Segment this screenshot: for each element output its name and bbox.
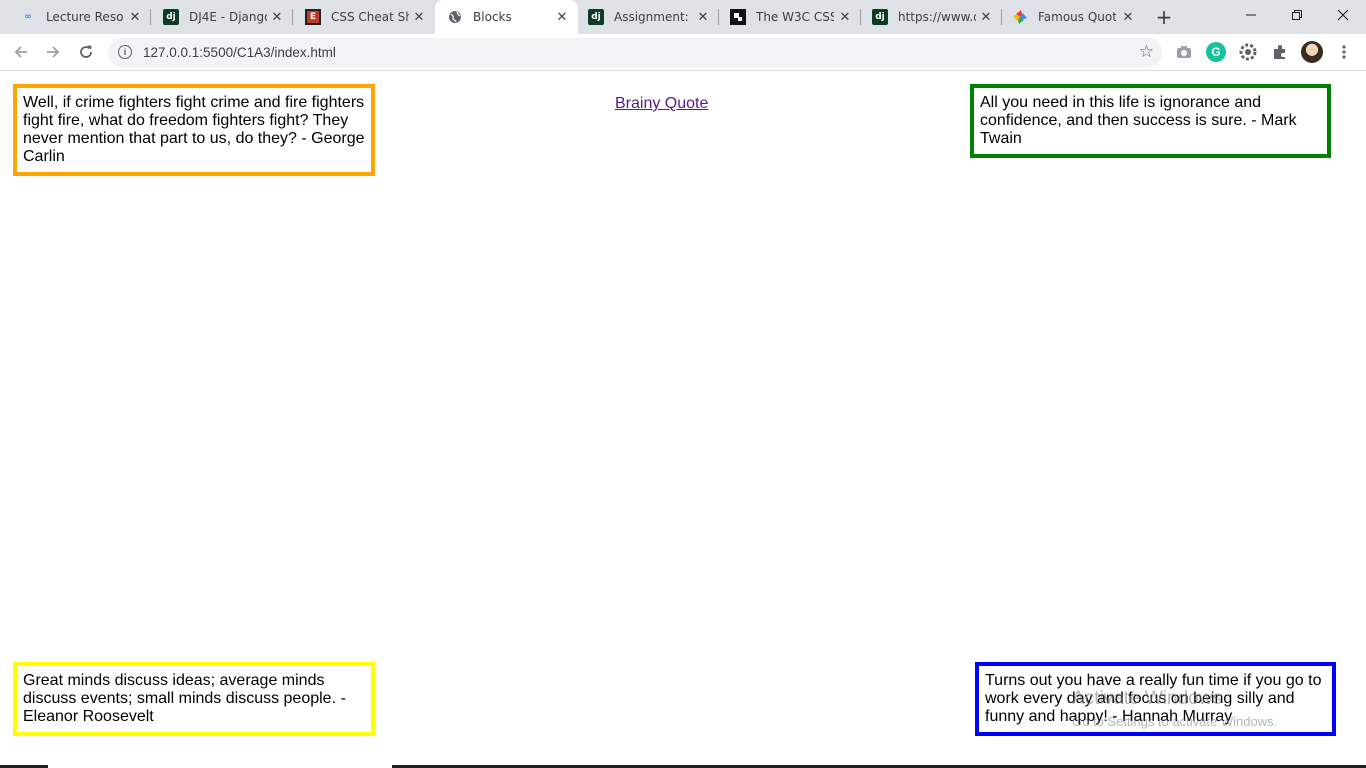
close-icon[interactable]: ✕ <box>411 9 427 25</box>
reload-button[interactable] <box>74 40 98 64</box>
close-icon[interactable]: ✕ <box>978 9 994 25</box>
close-icon[interactable]: ✕ <box>837 9 853 25</box>
forward-arrow-icon <box>47 46 60 58</box>
tab-title: Lecture Resour <box>46 10 124 24</box>
back-button[interactable] <box>9 40 33 64</box>
minimize-icon <box>1246 14 1256 16</box>
bookmark-star-icon[interactable]: ☆ <box>1139 42 1154 62</box>
close-window-button[interactable] <box>1320 0 1366 30</box>
browser-toolbar: i 127.0.0.1:5500/C1A3/index.html ☆ G <box>0 34 1366 71</box>
quote-box-bottom-left: Great minds discuss ideas; average minds… <box>13 662 375 736</box>
tab-title: Assignment: C <box>614 10 692 24</box>
tab-css-cheat-sheet[interactable]: E CSS Cheat She ✕ <box>293 0 435 34</box>
dj-icon: dj <box>872 9 888 25</box>
tab-dj4e-django[interactable]: dj DJ4E - Django ✕ <box>151 0 293 34</box>
close-icon[interactable]: ✕ <box>127 9 143 25</box>
tab-title: The W3C CSS \ <box>756 10 834 24</box>
dj-icon: dj <box>163 9 179 25</box>
close-window-icon <box>1337 9 1349 21</box>
tab-title: https://www.dj <box>898 10 976 24</box>
w3c-icon <box>730 9 746 25</box>
tab-assignment[interactable]: dj Assignment: C ✕ <box>578 0 719 34</box>
tab-title: CSS Cheat She <box>331 10 409 24</box>
tab-djangoproject[interactable]: dj https://www.dj ✕ <box>861 0 1002 34</box>
close-icon[interactable]: ✕ <box>269 9 285 25</box>
tab-title: Blocks <box>473 10 512 24</box>
extension-gear-icon[interactable] <box>1238 42 1258 62</box>
tab-title: DJ4E - Django <box>189 10 267 24</box>
back-arrow-icon <box>14 46 27 58</box>
css-icon: E <box>305 9 321 25</box>
quote-box-bottom-right: Turns out you have a really fun time if … <box>975 662 1336 736</box>
info-icon[interactable]: i <box>118 45 132 59</box>
tab-lecture-resources[interactable]: ∞ Lecture Resour ✕ <box>8 0 151 34</box>
address-bar[interactable]: i 127.0.0.1:5500/C1A3/index.html ☆ <box>108 38 1162 67</box>
dj-icon: dj <box>588 9 604 25</box>
reload-icon <box>80 45 92 58</box>
infinity-icon: ∞ <box>24 12 32 22</box>
minimize-button[interactable] <box>1228 0 1274 30</box>
globe-icon <box>447 9 463 25</box>
grammarly-icon[interactable]: G <box>1206 42 1226 62</box>
close-icon[interactable]: ✕ <box>695 9 711 25</box>
forward-button[interactable] <box>41 40 65 64</box>
restore-icon <box>1292 10 1302 20</box>
new-tab-button[interactable]: + <box>1154 7 1174 27</box>
tab-strip: ∞ Lecture Resour ✕ dj DJ4E - Django ✕ E … <box>0 0 1366 34</box>
extensions-puzzle-icon[interactable] <box>1270 42 1290 62</box>
tab-w3c-css[interactable]: The W3C CSS \ ✕ <box>719 0 861 34</box>
tab-famous-quotes[interactable]: Famous Quote ✕ <box>1002 0 1144 34</box>
restore-button[interactable] <box>1274 0 1320 30</box>
close-icon[interactable]: ✕ <box>1120 9 1136 25</box>
tab-blocks[interactable]: Blocks ✕ <box>435 0 578 34</box>
photos-icon <box>1012 9 1028 25</box>
menu-kebab-icon[interactable] <box>1334 42 1354 62</box>
profile-avatar[interactable] <box>1301 41 1323 63</box>
close-icon[interactable]: ✕ <box>554 9 570 25</box>
tab-title: Famous Quote <box>1038 10 1116 24</box>
camera-icon[interactable] <box>1174 42 1194 62</box>
brainy-quote-link[interactable]: Brainy Quote <box>615 95 708 113</box>
quote-box-top-right: All you need in this life is ignorance a… <box>970 84 1331 158</box>
quote-box-top-left: Well, if crime fighters fight crime and … <box>13 84 375 176</box>
url-text[interactable]: 127.0.0.1:5500/C1A3/index.html <box>143 45 336 60</box>
